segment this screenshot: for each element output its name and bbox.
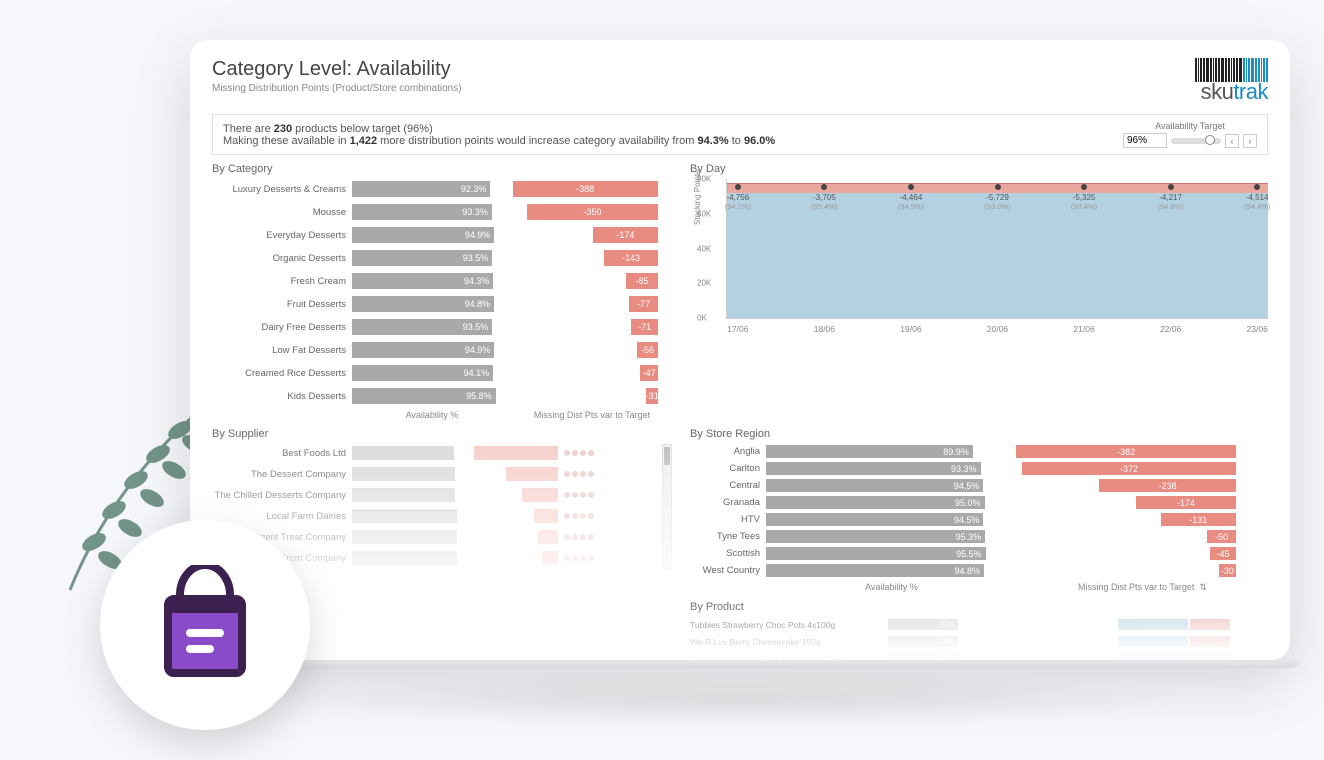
region-row[interactable]: Central 94.5% -238 xyxy=(690,478,1268,493)
target-slider[interactable] xyxy=(1171,138,1221,144)
product-row[interactable]: Tubbies Strawberry Choc Pots 4x100g 70% xyxy=(690,617,1268,632)
supplier-row[interactable]: The Dessert Company xyxy=(212,465,658,483)
by-category-chart[interactable]: By Category Luxury Desserts & Creams 92.… xyxy=(212,163,672,420)
category-row[interactable]: Low Fat Desserts 94.9% -56 xyxy=(212,340,672,360)
region-row[interactable]: Scottish 95.5% -45 xyxy=(690,546,1268,561)
day-point[interactable] xyxy=(908,184,914,190)
logo: skutrak xyxy=(1195,58,1268,105)
supplier-row[interactable]: Indulgent Treat Company xyxy=(212,528,658,546)
region-row[interactable]: Carlton 93.3% -372 xyxy=(690,461,1268,476)
device-shadow xyxy=(280,670,1200,730)
dashboard-screen: Category Level: Availability Missing Dis… xyxy=(190,40,1290,660)
device-base xyxy=(180,660,1300,668)
day-point[interactable] xyxy=(995,184,1001,190)
supplier-scrollbar[interactable] xyxy=(662,444,672,570)
category-row[interactable]: Fresh Cream 94.3% -85 xyxy=(212,271,672,291)
region-row[interactable]: Granada 95.0% -174 xyxy=(690,495,1268,510)
supplier-row[interactable]: The Chilled Desserts Company xyxy=(212,486,658,504)
by-day-chart[interactable]: By Day Stocking Points 0K20K40K60K80K -4… xyxy=(690,163,1268,420)
day-point[interactable] xyxy=(821,184,827,190)
category-row[interactable]: Fruit Desserts 94.8% -77 xyxy=(212,294,672,314)
category-row[interactable]: Kids Desserts 95.8% -31 xyxy=(212,386,672,406)
category-row[interactable]: Dairy Free Desserts 93.5% -71 xyxy=(212,317,672,337)
target-next-button[interactable]: › xyxy=(1243,134,1257,148)
category-row[interactable]: Everyday Desserts 94.9% -174 xyxy=(212,225,672,245)
shopping-bag-icon xyxy=(150,565,260,685)
product-row[interactable]: Own Label Variety Pack Mousse 4x125g 72% xyxy=(690,651,1268,660)
region-row[interactable]: HTV 94.5% -131 xyxy=(690,512,1268,527)
target-prev-button[interactable]: ‹ xyxy=(1225,134,1239,148)
supplier-row[interactable]: Best Foods Ltd xyxy=(212,444,658,462)
day-point[interactable] xyxy=(1081,184,1087,190)
category-row[interactable]: Luxury Desserts & Creams 92.3% -388 xyxy=(212,179,672,199)
day-point[interactable] xyxy=(1168,184,1174,190)
day-point[interactable] xyxy=(735,184,741,190)
summary-banner: There are 230 products below target (96%… xyxy=(212,114,1268,155)
page-title: Category Level: Availability xyxy=(212,58,462,81)
category-row[interactable]: Creamed Rice Desserts 94.1% -47 xyxy=(212,363,672,383)
category-row[interactable]: Mousse 93.3% -350 xyxy=(212,202,672,222)
region-row[interactable]: West Country 94.8% -30 xyxy=(690,563,1268,578)
region-row[interactable]: Tyne Tees 95.3% -50 xyxy=(690,529,1268,544)
day-point[interactable] xyxy=(1254,184,1260,190)
by-region-chart[interactable]: By Store Region Anglia 89.9% -382 Carlto… xyxy=(690,428,1268,593)
by-product-chart[interactable]: By Product Tubbies Strawberry Choc Pots … xyxy=(690,601,1268,660)
product-row[interactable]: We R Lux Berry Cheesecake 150g 74% xyxy=(690,634,1268,649)
region-row[interactable]: Anglia 89.9% -382 xyxy=(690,444,1268,459)
page-subtitle: Missing Distribution Points (Product/Sto… xyxy=(212,83,462,94)
shopping-bag-badge xyxy=(100,520,310,730)
supplier-row[interactable]: Local Farm Dairies xyxy=(212,507,658,525)
availability-target-control[interactable]: Availability Target ‹ › xyxy=(1123,121,1257,148)
category-row[interactable]: Organic Desserts 93.5% -143 xyxy=(212,248,672,268)
target-value-input[interactable] xyxy=(1123,133,1167,148)
